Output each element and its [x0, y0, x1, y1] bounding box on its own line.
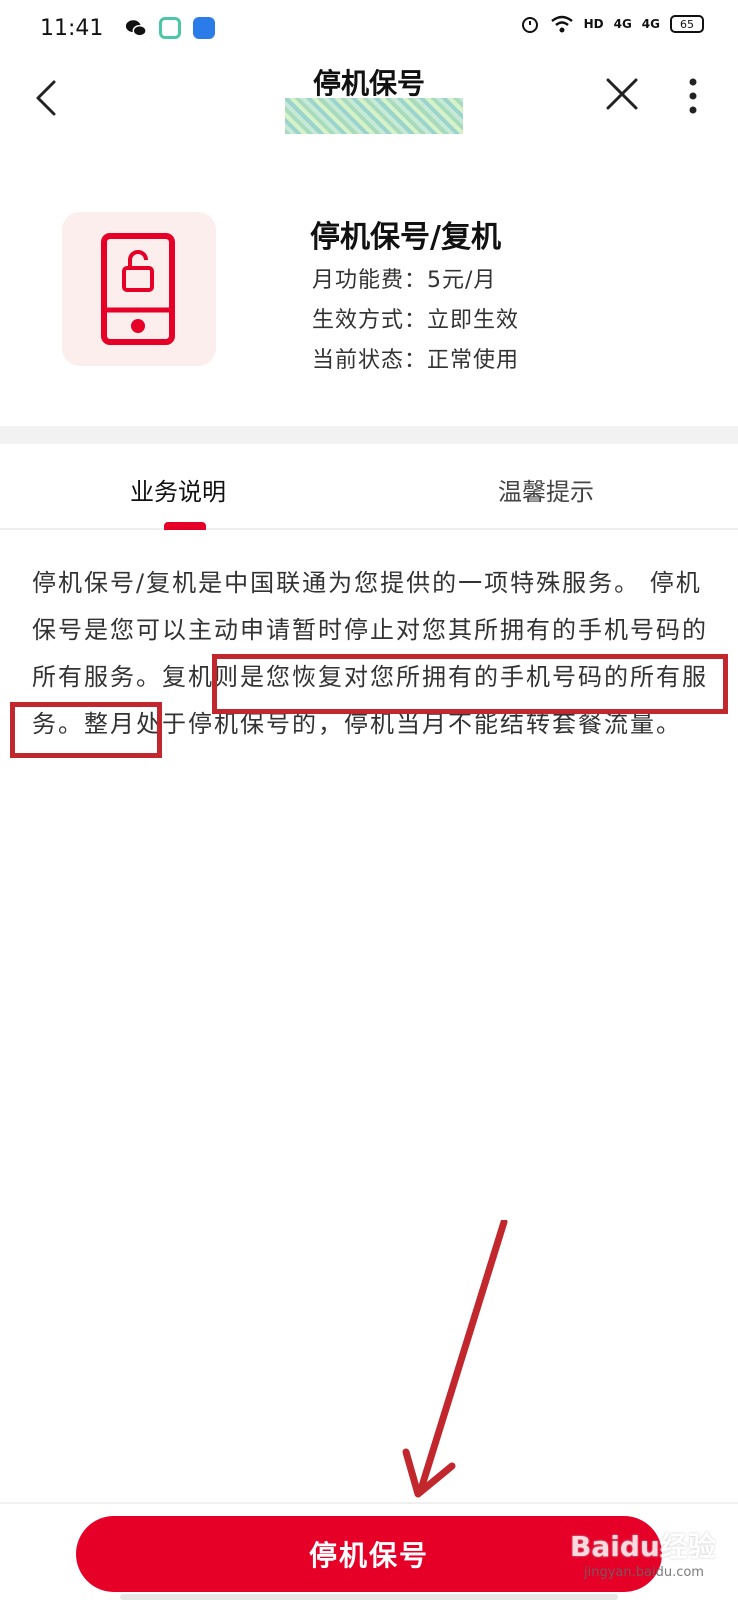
annotation-highlight-box — [212, 654, 728, 714]
tab-bar: 业务说明 温馨提示 — [0, 444, 738, 530]
service-name: 停机保号/复机 — [310, 220, 501, 255]
nav-bar: 停机保号 — [0, 56, 738, 146]
active-tab-indicator — [164, 522, 206, 530]
service-effect: 生效方式：立即生效 — [312, 308, 520, 333]
hd-icon: HD — [583, 17, 604, 31]
watermark-brand: Baidu经验 — [570, 1530, 716, 1563]
signal-icon-2: 4G — [641, 17, 660, 31]
home-indicator[interactable] — [120, 1594, 618, 1600]
alarm-icon — [521, 17, 538, 33]
wifi-icon — [550, 15, 573, 33]
service-fee: 月功能费：5元/月 — [312, 268, 497, 293]
service-header: 停机保号/复机 月功能费：5元/月 生效方式：立即生效 当前状态：正常使用 — [0, 190, 738, 420]
watermark-url: jingyan.baidu.com — [584, 1565, 704, 1580]
annotation-highlight-box — [10, 702, 162, 758]
bottom-divider — [0, 1502, 738, 1504]
battery-icon: 65 — [670, 15, 704, 33]
system-status-icons: HD 4G 4G 65 — [520, 14, 704, 34]
phone-lock-icon — [101, 233, 175, 345]
signal-icon-1: 4G — [613, 17, 632, 31]
close-button[interactable] — [600, 72, 644, 116]
wechat-icon — [126, 20, 148, 37]
tab-tips[interactable]: 温馨提示 — [498, 472, 594, 507]
app-notification-icon — [159, 17, 182, 39]
tab-business-description[interactable]: 业务说明 — [130, 472, 226, 507]
status-time: 11:41 — [40, 15, 104, 41]
section-divider — [0, 426, 738, 444]
status-bar: 11:41 HD 4G 4G 65 — [0, 0, 738, 56]
service-icon — [62, 212, 216, 366]
notification-icons — [125, 17, 216, 39]
watermark: Baidu经验 jingyan.baidu.com — [564, 1515, 734, 1595]
more-menu-button[interactable] — [676, 74, 710, 118]
message-notification-icon — [193, 17, 216, 39]
blurred-phone-number — [285, 98, 463, 134]
annotation-arrow-icon — [402, 1220, 508, 1498]
service-state: 当前状态：正常使用 — [312, 348, 520, 373]
